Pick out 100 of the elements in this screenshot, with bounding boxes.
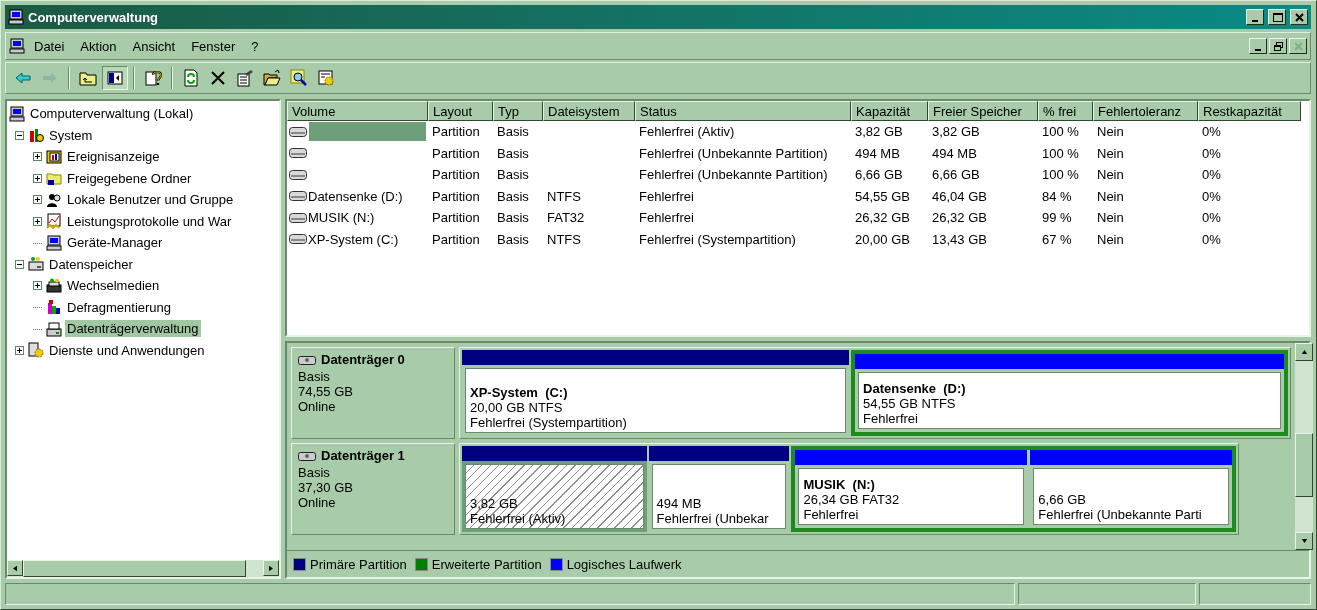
- partition-size: 20,00 GB NTFS: [470, 400, 564, 415]
- column-header[interactable]: Volume: [287, 101, 428, 121]
- tree-item[interactable]: Datenspeicher: [47, 255, 135, 273]
- computer-icon: [46, 234, 62, 251]
- partition-status: Fehlerfrei (Unbekar: [656, 511, 770, 526]
- folder-icon: [46, 170, 62, 187]
- table-cell-text: 6,66 GB: [931, 166, 981, 185]
- column-header[interactable]: Typ: [493, 101, 543, 121]
- panel-icon[interactable]: [102, 66, 128, 90]
- table-cell-text: Nein: [1096, 144, 1125, 163]
- table-cell[interactable]: [287, 121, 428, 143]
- menu-item[interactable]: Ansicht: [125, 36, 183, 56]
- tree-item[interactable]: Lokale Benutzer und Gruppe: [65, 191, 236, 209]
- minimize-button[interactable]: [1246, 9, 1264, 25]
- collapse-toggle[interactable]: [15, 259, 24, 269]
- tree-item[interactable]: Geräte-Manager: [65, 234, 165, 252]
- table-cell-text: Basis: [496, 187, 530, 206]
- table-cell-text: Basis: [496, 230, 530, 249]
- tree-item[interactable]: System: [47, 126, 95, 144]
- tree-item[interactable]: Leistungsprotokolle und War: [65, 212, 234, 230]
- table-cell-text: NTFS: [546, 230, 582, 249]
- table-cell-text: Nein: [1096, 123, 1125, 142]
- table-cell[interactable]: Datensenke (D:): [287, 185, 428, 207]
- partition-status: Fehlerfrei: [863, 411, 919, 426]
- horizontal-scrollbar[interactable]: [7, 560, 279, 577]
- table-cell-text: Nein: [1096, 187, 1125, 206]
- maximize-icon: [1271, 11, 1283, 23]
- table-cell-text: 0%: [1201, 166, 1222, 185]
- expand-toggle[interactable]: [33, 152, 42, 162]
- expand-toggle[interactable]: [33, 216, 42, 226]
- minimize-icon: [1255, 48, 1261, 51]
- maximize-button[interactable]: [1268, 9, 1286, 25]
- table-cell-text: 6,66 GB: [854, 166, 904, 185]
- column-header[interactable]: Freier Speicher: [928, 101, 1038, 121]
- partition-name: Datensenke (D:): [863, 381, 967, 396]
- tree-item[interactable]: Ereignisanzeige: [65, 148, 162, 166]
- column-header[interactable]: Kapazität: [851, 101, 928, 121]
- menu-item[interactable]: Datei: [27, 36, 72, 56]
- table-cell[interactable]: MUSIK (N:): [287, 207, 428, 229]
- table-cell-text: 54,55 GB: [854, 187, 911, 206]
- tree-item[interactable]: Datenträgerverwaltung: [65, 320, 201, 338]
- scroll-down-icon[interactable]: [1300, 539, 1308, 543]
- table-cell-text: 99 %: [1041, 209, 1073, 228]
- vertical-scrollbar[interactable]: [1295, 343, 1313, 550]
- menu-item[interactable]: Fenster: [184, 36, 243, 56]
- column-header[interactable]: Fehlertoleranz: [1093, 101, 1198, 121]
- partition-size: 6,66 GB: [1038, 492, 1088, 507]
- tree-item[interactable]: Computerverwaltung (Lokal): [28, 105, 196, 123]
- partition-size: 54,55 GB NTFS: [863, 396, 957, 411]
- table-cell-text: 26,32 GB: [931, 209, 988, 228]
- column-header[interactable]: Dateisystem: [543, 101, 635, 121]
- partition-size: 3,82 GB: [470, 496, 519, 511]
- table-cell-text: Fehlerfrei (Unbekannte Partition): [638, 144, 829, 163]
- column-header[interactable]: Layout: [428, 101, 493, 121]
- table-cell-text: 0%: [1201, 123, 1222, 142]
- expand-toggle[interactable]: [33, 173, 42, 183]
- table-cell-text: Basis: [496, 166, 530, 185]
- table-cell-text: Partition: [431, 209, 481, 228]
- computer-icon[interactable]: [9, 38, 25, 54]
- tree-item[interactable]: Defragmentierung: [65, 298, 174, 316]
- expand-toggle[interactable]: [33, 195, 42, 205]
- partition-name: MUSIK (N:): [803, 477, 876, 492]
- computer-icon: [8, 9, 24, 25]
- table-cell-text: 494 MB: [854, 144, 901, 163]
- column-header[interactable]: % frei: [1038, 101, 1093, 121]
- table-cell-text: Basis: [496, 123, 530, 142]
- table-cell-text: Partition: [431, 123, 481, 142]
- collapse-toggle[interactable]: [15, 130, 24, 140]
- scroll-right-icon[interactable]: [269, 564, 273, 572]
- child-restore-button[interactable]: [1269, 38, 1287, 54]
- drive-icon: [289, 147, 307, 160]
- disk-label[interactable]: Datenträger 0 Basis 74,55 GB Online: [291, 347, 455, 439]
- child-minimize-button[interactable]: [1249, 38, 1267, 54]
- table-cell-text: Basis: [496, 144, 530, 163]
- table-cell-text: Partition: [431, 166, 481, 185]
- close-button[interactable]: [1290, 9, 1308, 25]
- tree-item[interactable]: Dienste und Anwendungen: [47, 341, 207, 359]
- expand-toggle[interactable]: [15, 345, 24, 355]
- tree-item[interactable]: Freigegebene Ordner: [65, 169, 194, 187]
- drive-icon: [289, 168, 307, 181]
- table-cell-text: 20,00 GB: [854, 230, 911, 249]
- disk-drive-icon: [46, 320, 62, 337]
- scroll-left-icon[interactable]: [13, 564, 17, 572]
- drive-icon: [28, 256, 44, 273]
- table-cell[interactable]: XP-System (C:): [287, 228, 428, 250]
- menu-item[interactable]: Aktion: [73, 36, 124, 56]
- disk-label[interactable]: Datenträger 1 Basis 37,30 GB Online: [291, 443, 455, 535]
- extended-partition[interactable]: MUSIK (N:) 26,34 GB FAT32 Fehlerfrei 6,66 GB Fehlerfrei (Unbekannte Parti: [791, 446, 1236, 532]
- menu-item[interactable]: ?: [244, 36, 266, 56]
- tree-item[interactable]: Wechselmedien: [65, 277, 162, 295]
- minimize-icon: [1252, 19, 1258, 22]
- column-header[interactable]: Restkapazität: [1198, 101, 1301, 121]
- drive-icon: [289, 211, 307, 224]
- disk-status: Online: [298, 399, 337, 414]
- table-cell-text: Fehlerfrei: [638, 187, 695, 206]
- column-header[interactable]: Status: [635, 101, 851, 121]
- scroll-up-icon[interactable]: [1300, 350, 1308, 354]
- table-cell-text: 26,32 GB: [854, 209, 911, 228]
- expand-toggle[interactable]: [33, 281, 42, 291]
- table-cell-text: 0%: [1201, 144, 1222, 163]
